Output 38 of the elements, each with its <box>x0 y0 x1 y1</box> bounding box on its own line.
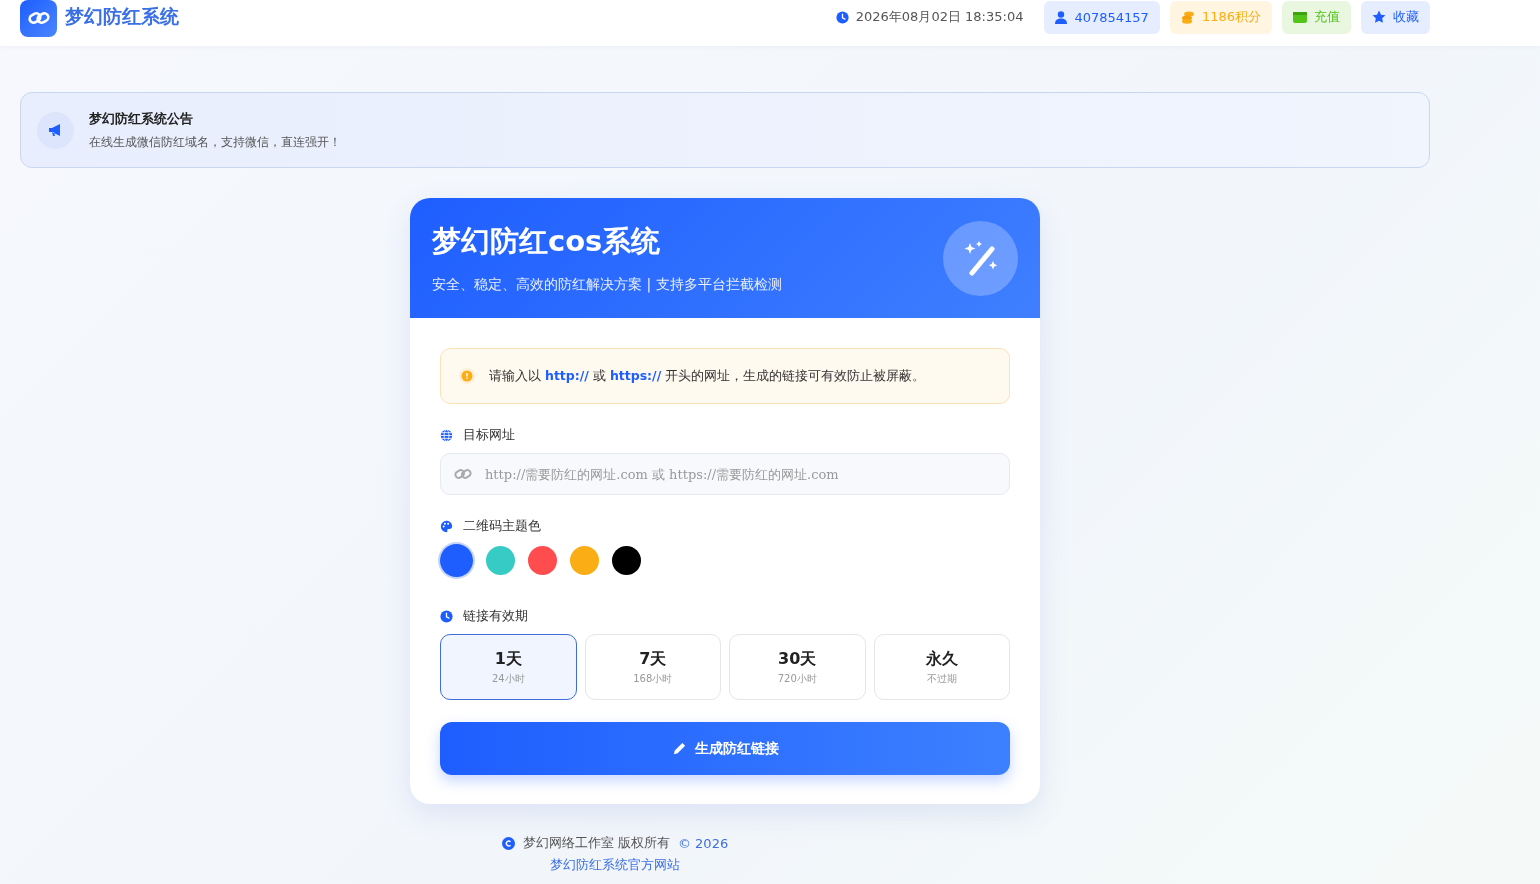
color-swatch[interactable] <box>486 546 515 575</box>
color-swatch[interactable] <box>612 546 641 575</box>
duration-option[interactable]: 30天 720小时 <box>729 634 866 700</box>
clock-icon <box>440 609 453 623</box>
date-time: 2026年08月02日 18:35:04 <box>824 0 1035 34</box>
color-swatch[interactable] <box>528 546 557 575</box>
warning-icon <box>459 368 475 384</box>
wallet-icon <box>1293 11 1307 23</box>
url-input[interactable]: http://需要防红的网址.com 或 https://需要防红的网址.com <box>440 453 1010 495</box>
duration-option[interactable]: 7天 168小时 <box>584 634 721 700</box>
hint-text: 请输入以 http:// 或 https:// 开头的网址，生成的链接可有效防止被屏蔽。 <box>489 367 926 385</box>
palette-icon <box>440 519 453 533</box>
duration-option[interactable]: 1天 24小时 <box>440 634 577 700</box>
copyright-year: © 2026 <box>677 835 729 851</box>
pencil-icon <box>671 741 687 756</box>
brand-title: 梦幻防红系统 <box>65 4 179 29</box>
duration-option[interactable]: 永久 不过期 <box>873 634 1010 700</box>
website-link[interactable]: 梦幻防红系统官方网站 <box>550 856 680 874</box>
coins-icon <box>1180 10 1195 24</box>
copyright-icon <box>501 836 515 850</box>
card-title: 梦幻防红cos系统 <box>432 223 662 260</box>
field-label: 链接有效期 <box>463 607 528 625</box>
color-swatch[interactable] <box>440 544 473 577</box>
notice-title: 梦幻防红系统公告 <box>89 109 194 128</box>
clock-icon <box>835 10 849 24</box>
user-button[interactable]: 407854157 <box>1044 0 1160 34</box>
megaphone-icon <box>37 111 74 149</box>
notice-text: 在线生成微信防红域名，支持微信，直连强开！ <box>89 133 341 151</box>
card-subtitle: 安全、稳定、高效的防红解决方案 | 支持多平台拦截检测 <box>432 276 782 294</box>
field-label: 目标网址 <box>463 426 515 444</box>
field-label: 二维码主题色 <box>463 517 541 535</box>
star-icon <box>1372 10 1386 24</box>
favorite-button[interactable]: 收藏 <box>1361 0 1430 34</box>
color-swatch[interactable] <box>570 546 599 575</box>
copyright-text: 梦幻网络工作室 版权所有 <box>522 834 670 852</box>
globe-icon <box>440 428 453 442</box>
user-icon <box>1055 10 1068 24</box>
generate-button[interactable]: 生成防红链接 <box>440 722 1010 775</box>
